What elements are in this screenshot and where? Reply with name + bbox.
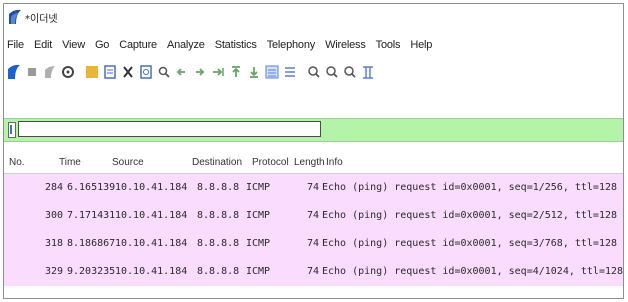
packet-source: 10.10.41.184 xyxy=(115,238,188,249)
go-forward-icon[interactable] xyxy=(192,64,207,81)
packet-no: 284 xyxy=(44,182,63,193)
packet-protocol: ICMP xyxy=(246,266,271,277)
packet-row[interactable]: 300 7.171431 10.10.41.184 8.8.8.8 ICMP 7… xyxy=(4,202,623,230)
packet-row[interactable]: 284 6.165139 10.10.41.184 8.8.8.8 ICMP 7… xyxy=(4,174,623,202)
close-file-icon[interactable] xyxy=(120,64,135,81)
autoscroll-icon[interactable] xyxy=(264,64,279,81)
zoom-out-icon[interactable] xyxy=(324,64,339,81)
column-header-source[interactable]: Source xyxy=(112,157,144,168)
packet-length: 74 xyxy=(306,182,319,193)
restart-capture-icon[interactable] xyxy=(42,64,57,81)
go-to-packet-icon[interactable] xyxy=(210,64,225,81)
packet-list-header: No. Time Source Destination Protocol Len… xyxy=(4,153,623,174)
packet-row[interactable]: 318 8.186867 10.10.41.184 8.8.8.8 ICMP 7… xyxy=(4,230,623,258)
save-file-icon[interactable] xyxy=(102,64,117,81)
packet-destination: 8.8.8.8 xyxy=(197,266,240,277)
packet-destination: 8.8.8.8 xyxy=(197,182,240,193)
menu-telephony[interactable]: Telephony xyxy=(262,39,320,51)
menu-bar: File Edit View Go Capture Analyze Statis… xyxy=(4,36,623,54)
packet-protocol: ICMP xyxy=(246,182,271,193)
toolbar-separator xyxy=(300,64,303,81)
find-packet-icon[interactable] xyxy=(156,64,171,81)
column-header-info[interactable]: Info xyxy=(326,157,343,168)
title-bar: *이더넷 xyxy=(4,4,623,30)
packet-length: 74 xyxy=(306,266,319,277)
menu-analyze[interactable]: Analyze xyxy=(162,39,210,51)
display-filter-input[interactable] xyxy=(18,121,321,137)
packet-info: Echo (ping) request id=0x0001, seq=4/102… xyxy=(322,266,624,277)
packet-length: 74 xyxy=(306,238,319,249)
go-first-icon[interactable] xyxy=(228,64,243,81)
resize-columns-icon[interactable] xyxy=(360,64,375,81)
menu-edit[interactable]: Edit xyxy=(29,39,57,51)
column-header-protocol[interactable]: Protocol xyxy=(252,157,289,168)
column-header-destination[interactable]: Destination xyxy=(192,157,242,168)
packet-no: 318 xyxy=(44,238,63,249)
menu-wireless[interactable]: Wireless xyxy=(320,39,371,51)
reload-file-icon[interactable] xyxy=(138,64,153,81)
packet-info: Echo (ping) request id=0x0001, seq=1/256… xyxy=(322,182,618,193)
display-filter-bar xyxy=(4,118,623,142)
colorize-icon[interactable] xyxy=(282,64,297,81)
menu-statistics[interactable]: Statistics xyxy=(210,39,262,51)
normal-size-icon[interactable] xyxy=(342,64,357,81)
packet-no: 329 xyxy=(44,266,63,277)
filter-bookmark-icon[interactable] xyxy=(8,122,16,138)
window-title: *이더넷 xyxy=(25,13,58,25)
packet-info: Echo (ping) request id=0x0001, seq=2/512… xyxy=(322,210,618,221)
packet-time: 6.165139 xyxy=(67,182,116,193)
stop-capture-icon[interactable] xyxy=(24,64,39,81)
start-capture-icon[interactable] xyxy=(6,64,21,81)
main-toolbar xyxy=(6,61,623,83)
wireshark-window: *이더넷 File Edit View Go Capture Analyze S… xyxy=(3,3,624,299)
zoom-in-icon[interactable] xyxy=(306,64,321,81)
packet-protocol: ICMP xyxy=(246,210,271,221)
packet-time: 9.203235 xyxy=(67,266,116,277)
packet-info: Echo (ping) request id=0x0001, seq=3/768… xyxy=(322,238,618,249)
packet-source: 10.10.41.184 xyxy=(115,210,188,221)
packet-protocol: ICMP xyxy=(246,238,271,249)
menu-help[interactable]: Help xyxy=(405,39,437,51)
packet-row[interactable]: 329 9.203235 10.10.41.184 8.8.8.8 ICMP 7… xyxy=(4,258,623,286)
packet-source: 10.10.41.184 xyxy=(115,182,188,193)
packet-source: 10.10.41.184 xyxy=(115,266,188,277)
menu-go[interactable]: Go xyxy=(90,39,114,51)
packet-no: 300 xyxy=(44,210,63,221)
packet-time: 7.171431 xyxy=(67,210,116,221)
menu-tools[interactable]: Tools xyxy=(371,39,406,51)
go-back-icon[interactable] xyxy=(174,64,189,81)
column-header-length[interactable]: Length xyxy=(294,157,325,168)
packet-destination: 8.8.8.8 xyxy=(197,238,240,249)
packet-length: 74 xyxy=(306,210,319,221)
column-header-no[interactable]: No. xyxy=(9,157,25,168)
menu-view[interactable]: View xyxy=(57,39,90,51)
menu-capture[interactable]: Capture xyxy=(114,39,162,51)
packet-destination: 8.8.8.8 xyxy=(197,210,240,221)
go-last-icon[interactable] xyxy=(246,64,261,81)
wireshark-logo-icon xyxy=(8,9,22,25)
toolbar-separator xyxy=(78,64,81,81)
capture-options-icon[interactable] xyxy=(60,64,75,81)
menu-file[interactable]: File xyxy=(4,39,29,51)
packet-time: 8.186867 xyxy=(67,238,116,249)
open-file-icon[interactable] xyxy=(84,64,99,81)
column-header-time[interactable]: Time xyxy=(59,157,81,168)
